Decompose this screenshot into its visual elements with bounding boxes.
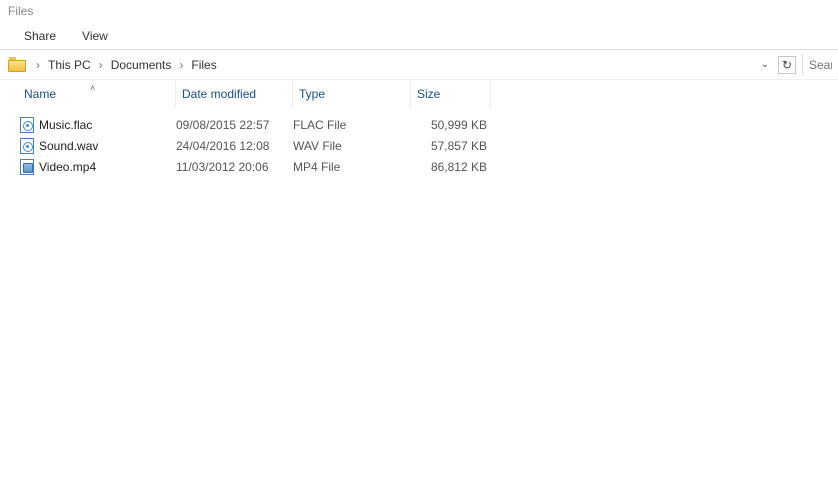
breadcrumb-documents[interactable]: Documents <box>111 58 172 72</box>
chevron-right-icon: › <box>97 58 105 72</box>
file-list: Music.flac 09/08/2015 22:57 FLAC File 50… <box>0 108 838 177</box>
window-title: Files <box>0 0 838 22</box>
chevron-right-icon: › <box>177 58 185 72</box>
breadcrumb-this-pc[interactable]: This PC <box>48 58 91 72</box>
breadcrumb-files[interactable]: Files <box>191 58 216 72</box>
file-type: WAV File <box>293 139 411 153</box>
column-label: Type <box>299 87 325 101</box>
file-row[interactable]: Music.flac 09/08/2015 22:57 FLAC File 50… <box>0 114 838 135</box>
sort-indicator-icon: ˄ <box>90 83 95 93</box>
ribbon-tabs: Share View <box>0 22 838 50</box>
audio-file-icon <box>20 138 34 154</box>
column-header-size[interactable]: Size <box>411 80 491 108</box>
search-input[interactable] <box>802 54 832 76</box>
audio-file-icon <box>20 117 34 133</box>
column-header-date[interactable]: Date modified <box>176 80 293 108</box>
file-size: 50,999 KB <box>411 118 491 132</box>
video-file-icon <box>20 159 34 175</box>
column-header-type[interactable]: Type <box>293 80 411 108</box>
address-bar: › This PC › Documents › Files ⌄ ↻ <box>0 50 838 80</box>
file-size: 57,857 KB <box>411 139 491 153</box>
file-name: Music.flac <box>39 118 92 132</box>
refresh-button[interactable]: ↻ <box>778 56 796 74</box>
folder-icon <box>8 57 26 72</box>
ribbon-tab-share[interactable]: Share <box>24 29 56 43</box>
file-row[interactable]: Sound.wav 24/04/2016 12:08 WAV File 57,8… <box>0 135 838 156</box>
file-name: Video.mp4 <box>39 160 96 174</box>
file-date: 24/04/2016 12:08 <box>176 139 293 153</box>
ribbon-tab-view[interactable]: View <box>82 29 108 43</box>
file-type: FLAC File <box>293 118 411 132</box>
file-date: 11/03/2012 20:06 <box>176 160 293 174</box>
chevron-right-icon: › <box>34 58 42 72</box>
column-label: Date modified <box>182 87 256 101</box>
address-dropdown[interactable]: ⌄ <box>758 59 772 70</box>
column-label: Name <box>24 87 56 101</box>
column-label: Size <box>417 87 440 101</box>
file-size: 86,812 KB <box>411 160 491 174</box>
column-header-name[interactable]: Name ˄ <box>18 80 176 108</box>
file-type: MP4 File <box>293 160 411 174</box>
file-row[interactable]: Video.mp4 11/03/2012 20:06 MP4 File 86,8… <box>0 156 838 177</box>
column-headers: Name ˄ Date modified Type Size <box>0 80 838 108</box>
file-name: Sound.wav <box>39 139 98 153</box>
file-date: 09/08/2015 22:57 <box>176 118 293 132</box>
